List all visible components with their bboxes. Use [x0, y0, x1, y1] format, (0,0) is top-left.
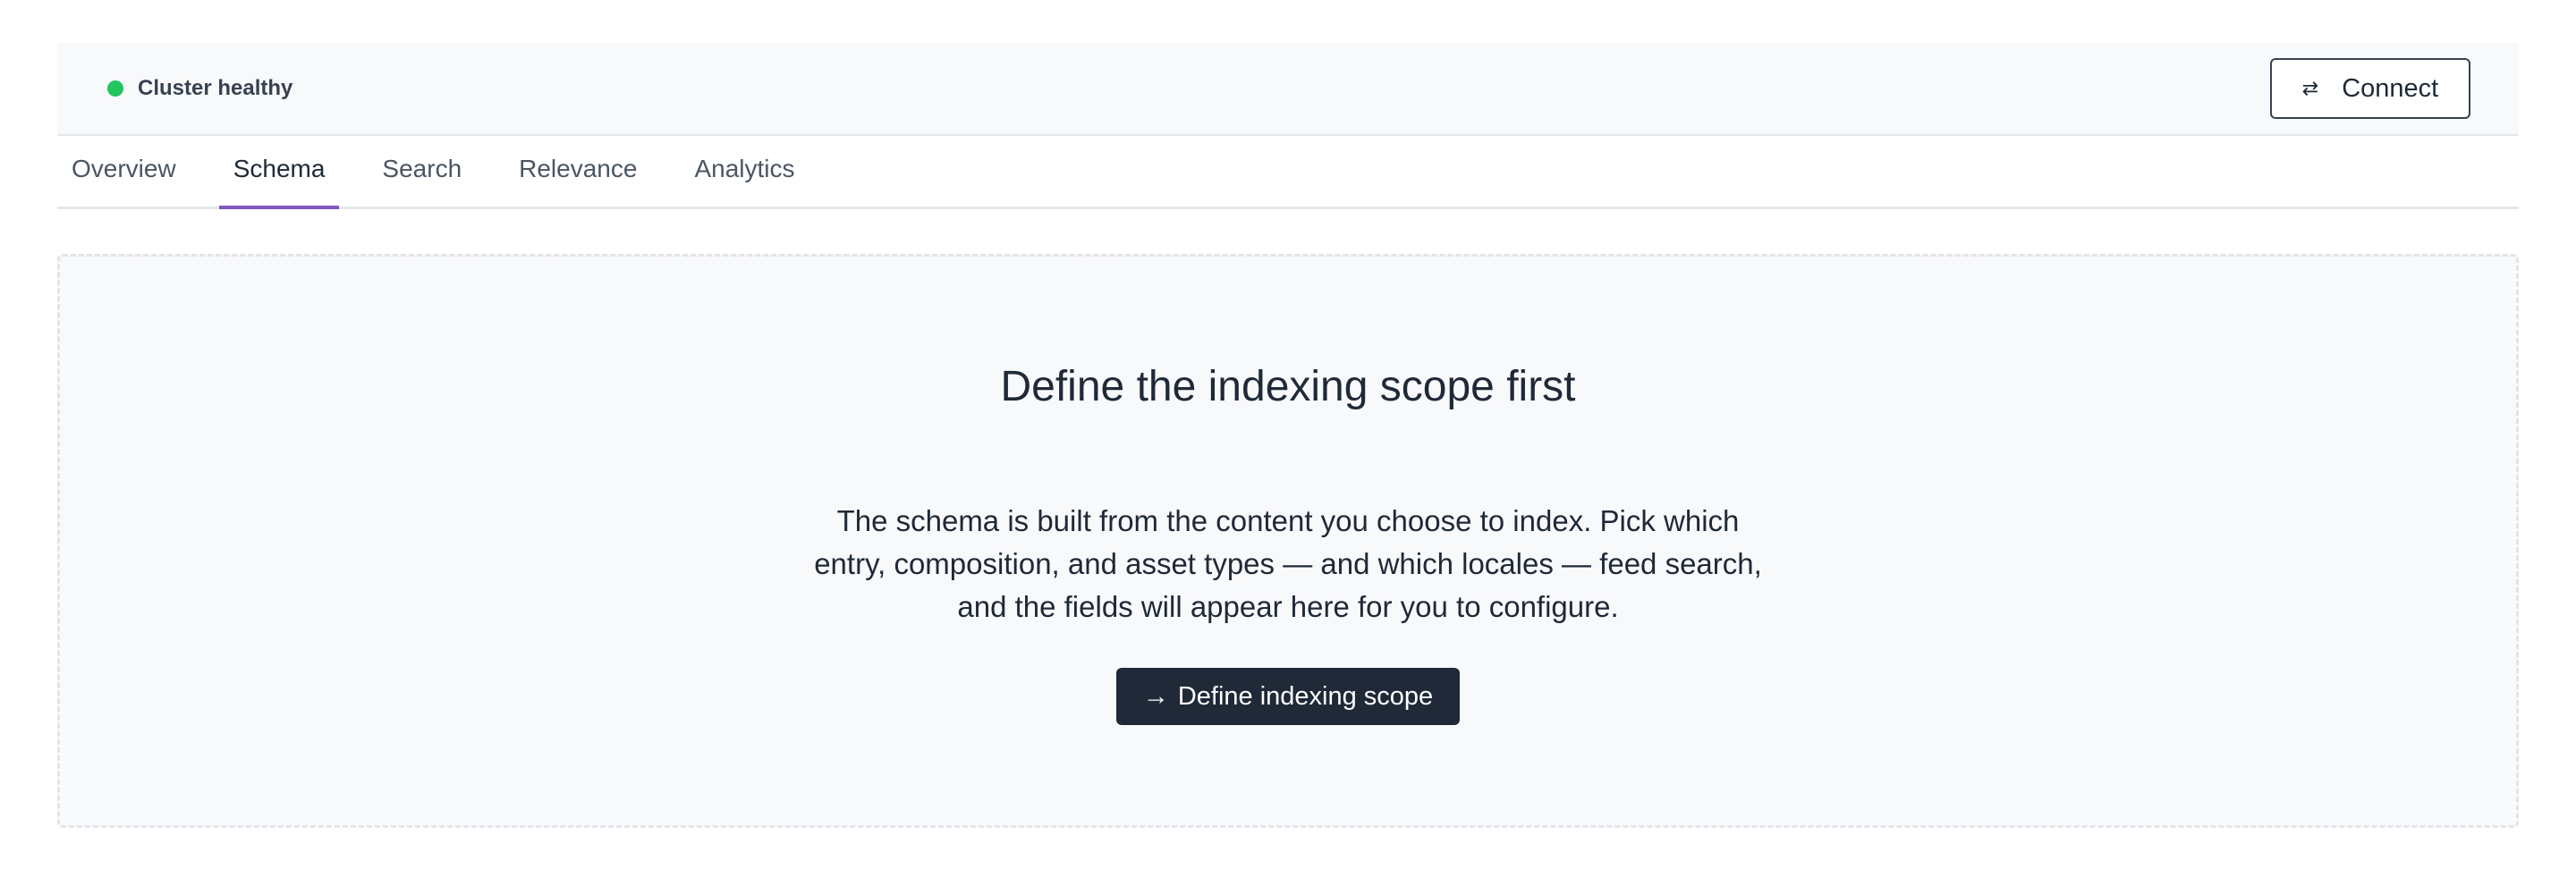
cta-label: Define indexing scope — [1177, 681, 1434, 711]
tab-label: Analytics — [694, 154, 795, 182]
swap-arrows-icon: ⇄ — [2301, 77, 2319, 99]
empty-state-description: The schema is built from the content you… — [814, 504, 1762, 623]
cluster-status: Cluster healthy — [107, 76, 292, 101]
tab-label: Search — [382, 154, 462, 182]
tab-schema[interactable]: Schema — [218, 136, 340, 209]
empty-state-title: Define the indexing scope first — [1000, 363, 1576, 410]
status-label: Cluster healthy — [138, 76, 293, 100]
status-dot-icon — [107, 80, 123, 97]
tab-analytics[interactable]: Analytics — [694, 136, 794, 207]
tab-relevance[interactable]: Relevance — [519, 136, 637, 207]
empty-state-panel: Define the indexing scope first The sche… — [57, 254, 2519, 828]
tab-label: Schema — [233, 154, 326, 182]
connect-button[interactable]: ⇄ Connect — [2270, 58, 2470, 119]
arrow-right-icon: → — [1142, 681, 1169, 711]
tab-label: Relevance — [519, 154, 638, 182]
tab-bar: Overview Schema Search Relevance Analyti… — [57, 136, 2519, 209]
tab-search[interactable]: Search — [382, 136, 462, 207]
app-frame: Cluster healthy ⇄ Connect Overview Schem… — [57, 43, 2519, 828]
tab-label: Overview — [72, 154, 176, 182]
connect-button-label: Connect — [2342, 73, 2439, 103]
status-bar: Cluster healthy ⇄ Connect — [57, 43, 2519, 136]
tab-overview[interactable]: Overview — [72, 136, 176, 207]
define-indexing-scope-button[interactable]: → Define indexing scope — [1116, 668, 1460, 725]
